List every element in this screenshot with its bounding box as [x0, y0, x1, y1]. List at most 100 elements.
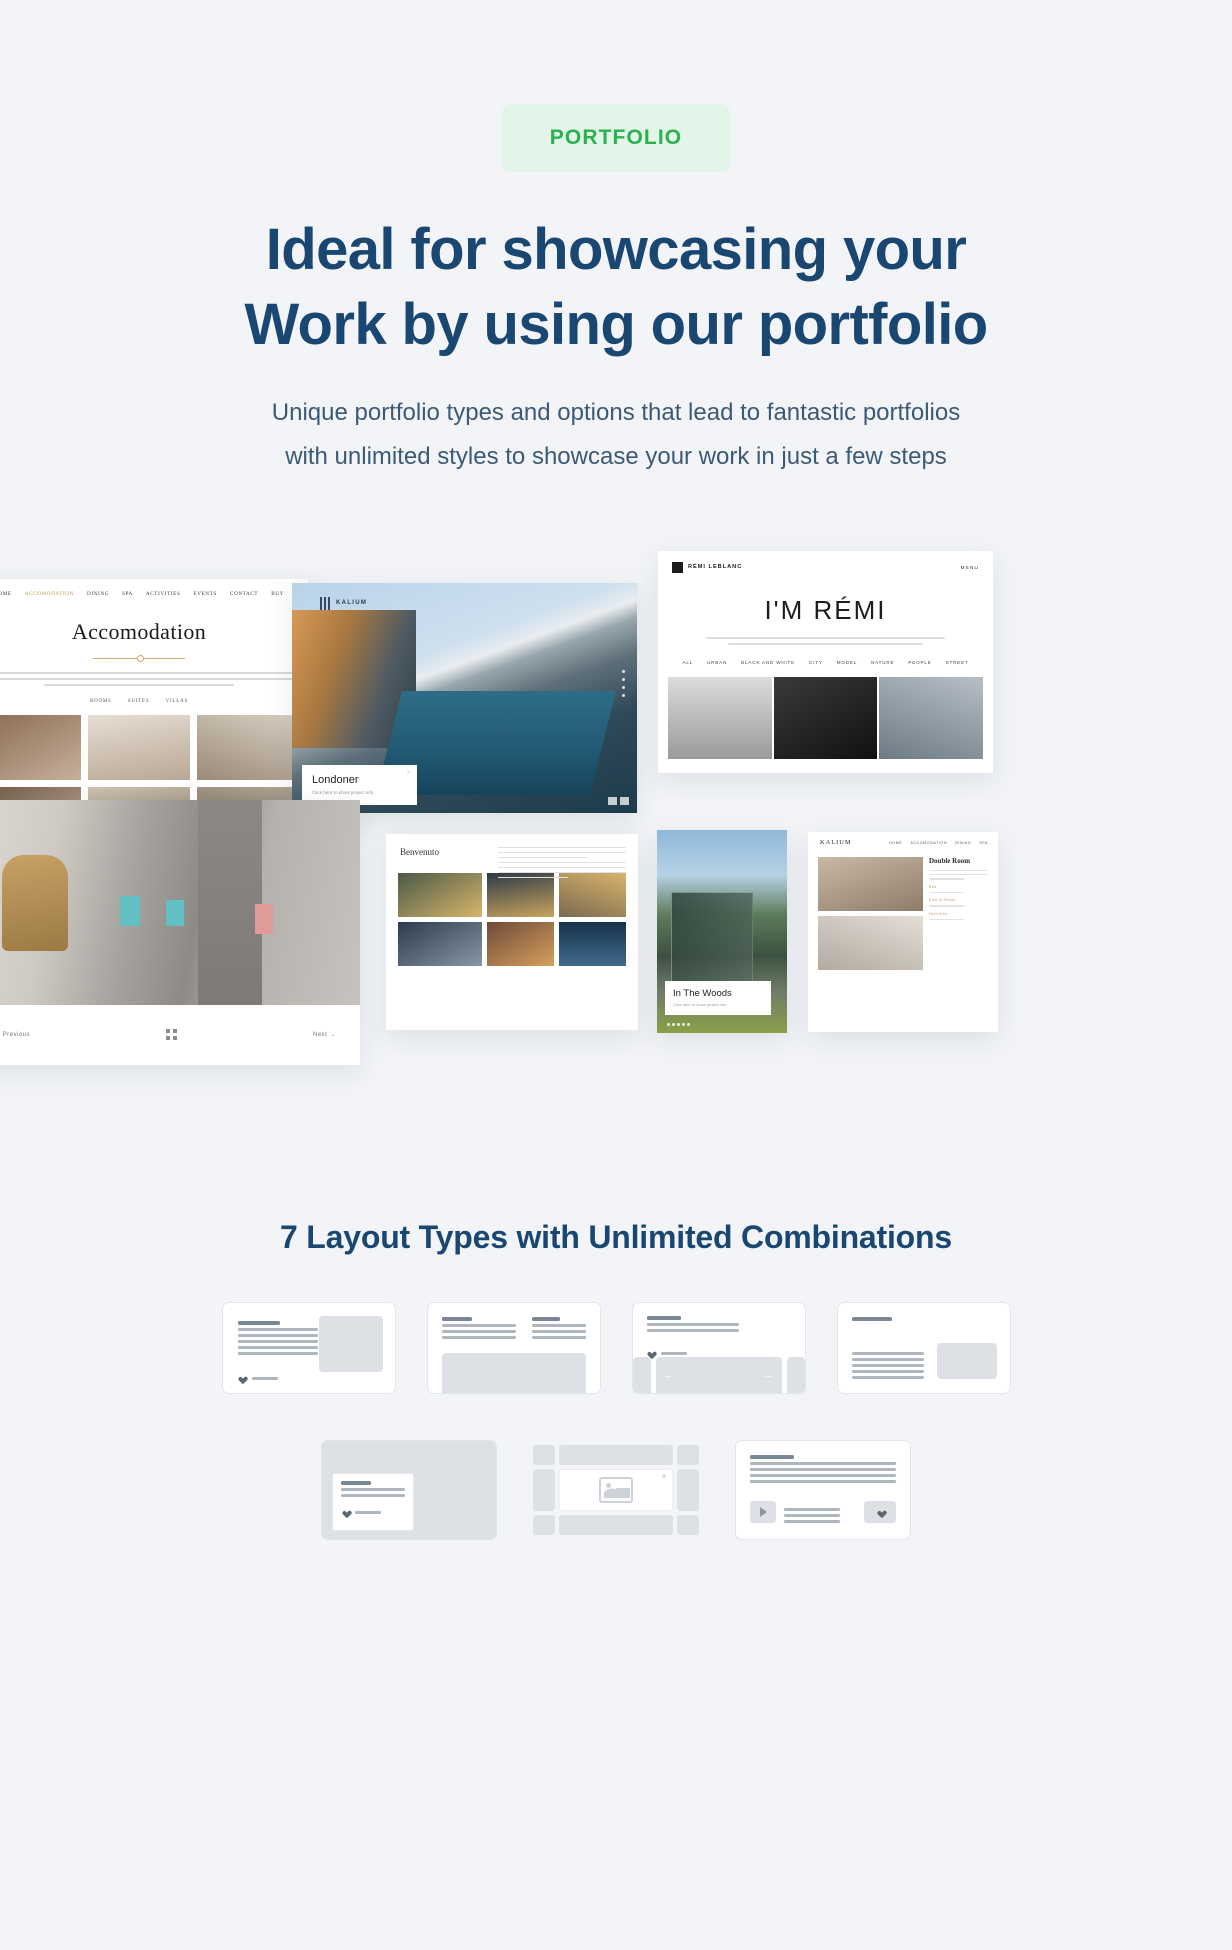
- slide-indicator-dots[interactable]: [667, 1022, 690, 1026]
- dot[interactable]: [622, 685, 625, 689]
- room-nav-accomodation[interactable]: ACCOMODATION: [910, 841, 947, 845]
- hotel-subnav-villas[interactable]: VILLAS: [165, 699, 188, 704]
- dot[interactable]: [682, 1022, 685, 1026]
- gallery-tile[interactable]: [677, 1514, 699, 1535]
- project-thumbnail[interactable]: [558, 921, 626, 966]
- filter-model[interactable]: MODEL: [837, 660, 857, 665]
- grid-icon[interactable]: [166, 1029, 177, 1041]
- filter-street[interactable]: STREET: [946, 660, 969, 665]
- layout-type-text-top-image-bottom-right[interactable]: [836, 1301, 1011, 1394]
- heart-icon[interactable]: [341, 1508, 349, 1516]
- showcase-card-londoner[interactable]: KALIUM × Londoner Click here to show pro…: [292, 582, 637, 813]
- photo-thumbnail[interactable]: [879, 676, 983, 759]
- gallery-tile[interactable]: [533, 1444, 555, 1465]
- remi-leblanc-logo[interactable]: RÉMI LEBLANC: [672, 561, 742, 573]
- slide-indicator-dots[interactable]: [622, 669, 625, 702]
- hotel-nav-dining[interactable]: DINING: [87, 591, 109, 597]
- layout-type-video-and-text[interactable]: [735, 1439, 911, 1540]
- room-nav-dining[interactable]: DINING: [955, 841, 971, 845]
- filter-urban[interactable]: URBAN: [707, 660, 727, 665]
- like-row[interactable]: [238, 1370, 278, 1388]
- thumb[interactable]: [620, 796, 629, 805]
- filter-black-and-white[interactable]: BLACK AND WHITE: [741, 660, 795, 665]
- gallery-grid[interactable]: ✕: [528, 1440, 704, 1540]
- layout-type-text-left-image-right[interactable]: [221, 1301, 396, 1394]
- close-icon[interactable]: ×: [407, 770, 410, 776]
- hotel-nav-events[interactable]: EVENTS: [193, 591, 216, 597]
- dot[interactable]: [667, 1022, 670, 1026]
- like-row[interactable]: [341, 1504, 405, 1522]
- hotel-nav-home[interactable]: HOME: [0, 591, 12, 597]
- heart-icon[interactable]: [238, 1374, 246, 1382]
- hotel-nav-accomodation[interactable]: ACCOMODATION: [25, 591, 74, 597]
- gallery-tile[interactable]: [533, 1514, 555, 1535]
- room-nav-home[interactable]: HOME: [889, 841, 902, 845]
- carousel-pane-next[interactable]: [786, 1356, 805, 1393]
- dot[interactable]: [622, 669, 625, 673]
- hotel-nav-spa[interactable]: SPA: [122, 591, 133, 597]
- gallery-tile[interactable]: [677, 1444, 699, 1465]
- next-project-button[interactable]: Next →: [313, 1032, 336, 1038]
- thumb[interactable]: [608, 796, 617, 805]
- hotel-subnav-rooms[interactable]: ROOMS: [90, 699, 112, 704]
- dot[interactable]: [672, 1022, 675, 1026]
- like-button[interactable]: [864, 1500, 896, 1523]
- filter-people[interactable]: PEOPLE: [908, 660, 931, 665]
- project-pagination-bar[interactable]: ← Previous Next →: [0, 1004, 360, 1065]
- filter-nature[interactable]: NATURE: [871, 660, 894, 665]
- hotel-nav-buy[interactable]: BUY: [271, 591, 284, 597]
- filter-all[interactable]: ALL: [682, 660, 693, 665]
- arrow-left-icon[interactable]: ←: [664, 1369, 675, 1381]
- room-nav-spa[interactable]: SPA: [979, 841, 988, 845]
- kalium-architects-logo[interactable]: KALIUM: [320, 596, 367, 610]
- gallery-tile[interactable]: [533, 1468, 555, 1511]
- project-info-card[interactable]: × Londoner Click here to show project in…: [302, 764, 417, 805]
- room-photo[interactable]: [818, 856, 923, 911]
- project-info-card[interactable]: In The Woods Click here to show project …: [665, 980, 771, 1015]
- project-thumbnail[interactable]: [398, 872, 482, 917]
- carousel-pane-current[interactable]: ← →: [655, 1356, 782, 1393]
- room-images[interactable]: [818, 856, 923, 970]
- hotel-subnav-suites[interactable]: SUITES: [128, 699, 150, 704]
- kalium-hotel-logo[interactable]: KALIUM: [820, 839, 852, 846]
- layout-type-lightbox-gallery[interactable]: ✕: [528, 1440, 704, 1540]
- hotel-nav-contact[interactable]: CONTACT: [230, 591, 258, 597]
- close-icon[interactable]: ✕: [661, 1473, 667, 1481]
- dot[interactable]: [677, 1022, 680, 1026]
- filter-city[interactable]: CITY: [809, 660, 823, 665]
- project-thumbnail[interactable]: [486, 921, 554, 966]
- arrow-right-icon[interactable]: →: [763, 1369, 774, 1381]
- photo-thumbnail[interactable]: [773, 676, 878, 759]
- hotel-nav-activities[interactable]: ACTIVITIES: [146, 591, 181, 597]
- room-thumbnail[interactable]: [196, 714, 298, 780]
- layout-type-full-image-with-overlay-card[interactable]: [321, 1439, 497, 1540]
- gallery-tile[interactable]: [559, 1444, 673, 1465]
- room-thumbnail[interactable]: [0, 714, 82, 780]
- portfolio-filter-bar[interactable]: ALL URBAN BLACK AND WHITE CITY MODEL NAT…: [658, 660, 993, 665]
- showcase-card-remi-photography[interactable]: RÉMI LEBLANC MENU I'M RÉMI ALL URBAN BLA…: [658, 550, 993, 773]
- benvenuto-masonry-grid[interactable]: [398, 872, 626, 966]
- showcase-card-in-the-woods[interactable]: In The Woods Click here to show project …: [657, 829, 787, 1033]
- previous-project-button[interactable]: ← Previous: [0, 1032, 30, 1038]
- showcase-card-double-room[interactable]: KALIUM HOME ACCOMODATION DINING SPA Doub…: [808, 831, 998, 1032]
- layout-type-carousel-with-arrows[interactable]: ← →: [631, 1301, 806, 1394]
- gallery-tile[interactable]: [559, 1514, 673, 1535]
- showcase-card-interior[interactable]: ← Previous Next →: [0, 799, 360, 1065]
- showcase-card-benvenuto[interactable]: Benvenuto: [386, 833, 638, 1030]
- thumbnail-nav[interactable]: [608, 796, 629, 805]
- room-photo[interactable]: [818, 915, 923, 970]
- menu-button[interactable]: MENU: [961, 565, 979, 570]
- overlay-info-card[interactable]: [332, 1472, 414, 1531]
- hotel-nav[interactable]: HOME ACCOMODATION DINING SPA ACTIVITIES …: [0, 579, 308, 597]
- carousel-strip[interactable]: ← →: [632, 1356, 805, 1393]
- layout-type-two-column-text-wide-image[interactable]: [426, 1301, 601, 1394]
- dot[interactable]: [687, 1022, 690, 1026]
- dot[interactable]: [622, 677, 625, 681]
- photo-thumbnail[interactable]: [668, 676, 772, 759]
- hotel-subnav[interactable]: ROOMS SUITES VILLAS: [0, 699, 308, 704]
- gallery-tile[interactable]: [677, 1468, 699, 1511]
- photo-grid[interactable]: [668, 676, 983, 759]
- play-button[interactable]: [750, 1500, 776, 1523]
- dot[interactable]: [622, 693, 625, 697]
- lightbox-panel[interactable]: ✕: [559, 1468, 673, 1511]
